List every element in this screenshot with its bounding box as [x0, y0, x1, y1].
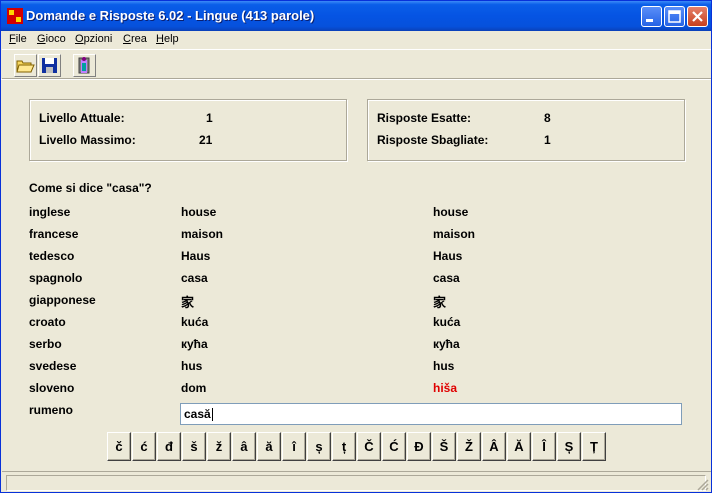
language-label: giapponese [29, 293, 96, 307]
correct-answers-label: Risposte Esatte: [377, 111, 472, 125]
answer-input[interactable]: casă [180, 403, 682, 425]
correct-answer: maison [433, 227, 476, 241]
char-button[interactable]: ć [132, 432, 156, 461]
app-window: Domande e Risposte 6.02 - Lingue (413 pa… [0, 0, 712, 493]
given-answer: casa [181, 271, 208, 285]
correct-answer: kuća [433, 315, 461, 329]
given-answer: 家 [181, 295, 195, 310]
menu-bar: File Gioco Opzioni Crea Help [2, 31, 711, 49]
char-button[interactable]: Č [357, 432, 381, 461]
level-panel: Livello Attuale: 1 Livello Massimo: 21 [29, 99, 347, 161]
correct-answer: casa [433, 271, 460, 285]
minimize-button[interactable] [641, 6, 662, 27]
maximize-icon [668, 10, 681, 23]
given-answer: dom [181, 381, 207, 395]
given-answer: кућа [181, 337, 208, 351]
char-button[interactable]: â [232, 432, 256, 461]
char-button[interactable]: Ă [507, 432, 531, 461]
language-label: croato [29, 315, 66, 329]
wrong-answers-label: Risposte Sbagliate: [377, 133, 489, 147]
language-label: spagnolo [29, 271, 83, 285]
score-panel: Risposte Esatte: 8 Risposte Sbagliate: 1 [367, 99, 685, 161]
maximize-button[interactable] [664, 6, 685, 27]
special-characters-bar: čćđšžâăîșțČĆĐŠŽÂĂÎȘȚ [107, 432, 608, 461]
current-level-label: Livello Attuale: [39, 111, 125, 125]
wrong-answers-value: 1 [544, 133, 551, 147]
question-text: Come si dice "casa"? [29, 181, 152, 195]
char-button[interactable]: ț [332, 432, 356, 461]
char-button[interactable]: Ž [457, 432, 481, 461]
language-label: inglese [29, 205, 71, 219]
language-label: francese [29, 227, 79, 241]
current-language-label: rumeno [29, 403, 74, 417]
menu-crea[interactable]: Crea [123, 33, 147, 45]
menu-opzioni[interactable]: Opzioni [75, 33, 112, 45]
save-button[interactable] [38, 54, 61, 77]
language-label: serbo [29, 337, 62, 351]
char-button[interactable]: Ș [557, 432, 581, 461]
char-button[interactable]: Ț [582, 432, 606, 461]
correct-answer-wrong: hiša [433, 381, 458, 395]
given-answer: Haus [181, 249, 211, 263]
toolbar [2, 49, 711, 79]
max-level-label: Livello Massimo: [39, 133, 136, 147]
menu-file[interactable]: File [9, 33, 27, 45]
window-title: Domande e Risposte 6.02 - Lingue (413 pa… [26, 8, 315, 23]
char-button[interactable]: Đ [407, 432, 431, 461]
title-bar[interactable]: Domande e Risposte 6.02 - Lingue (413 pa… [1, 1, 711, 31]
exit-door-icon [78, 57, 90, 74]
close-icon [692, 11, 703, 22]
status-bar [2, 471, 711, 493]
char-button[interactable]: đ [157, 432, 181, 461]
char-button[interactable]: Î [532, 432, 556, 461]
correct-answer: 家 [433, 295, 447, 310]
correct-answer: house [433, 205, 469, 219]
open-button[interactable] [14, 54, 37, 77]
char-button[interactable]: Â [482, 432, 506, 461]
app-icon [7, 8, 23, 24]
given-answer: house [181, 205, 217, 219]
language-label: tedesco [29, 249, 75, 263]
char-button[interactable]: ă [257, 432, 281, 461]
answer-input-text: casă [184, 407, 211, 421]
status-pane [6, 475, 706, 491]
char-button[interactable]: î [282, 432, 306, 461]
text-caret [211, 408, 213, 422]
correct-answer: Haus [433, 249, 463, 263]
char-button[interactable]: š [182, 432, 206, 461]
char-button[interactable]: Ć [382, 432, 406, 461]
menu-gioco[interactable]: Gioco [37, 33, 66, 45]
given-answer: hus [181, 359, 203, 373]
correct-answer: кућа [433, 337, 460, 351]
correct-answers-value: 8 [544, 111, 551, 125]
language-label: sloveno [29, 381, 75, 395]
correct-answer: hus [433, 359, 455, 373]
char-button[interactable]: Š [432, 432, 456, 461]
folder-open-icon [16, 60, 35, 73]
floppy-disk-icon [42, 58, 57, 73]
language-label: svedese [29, 359, 77, 373]
resize-grip-icon[interactable] [697, 479, 709, 491]
char-button[interactable]: ș [307, 432, 331, 461]
max-level-value: 21 [199, 133, 213, 147]
exit-button[interactable] [73, 54, 96, 77]
close-button[interactable] [687, 6, 708, 27]
menu-help[interactable]: Help [156, 33, 179, 45]
given-answer: kuća [181, 315, 209, 329]
minimize-icon [646, 19, 653, 22]
char-button[interactable]: č [107, 432, 131, 461]
current-level-value: 1 [206, 111, 213, 125]
given-answer: maison [181, 227, 224, 241]
char-button[interactable]: ž [207, 432, 231, 461]
toolbar-separator [1, 79, 711, 80]
